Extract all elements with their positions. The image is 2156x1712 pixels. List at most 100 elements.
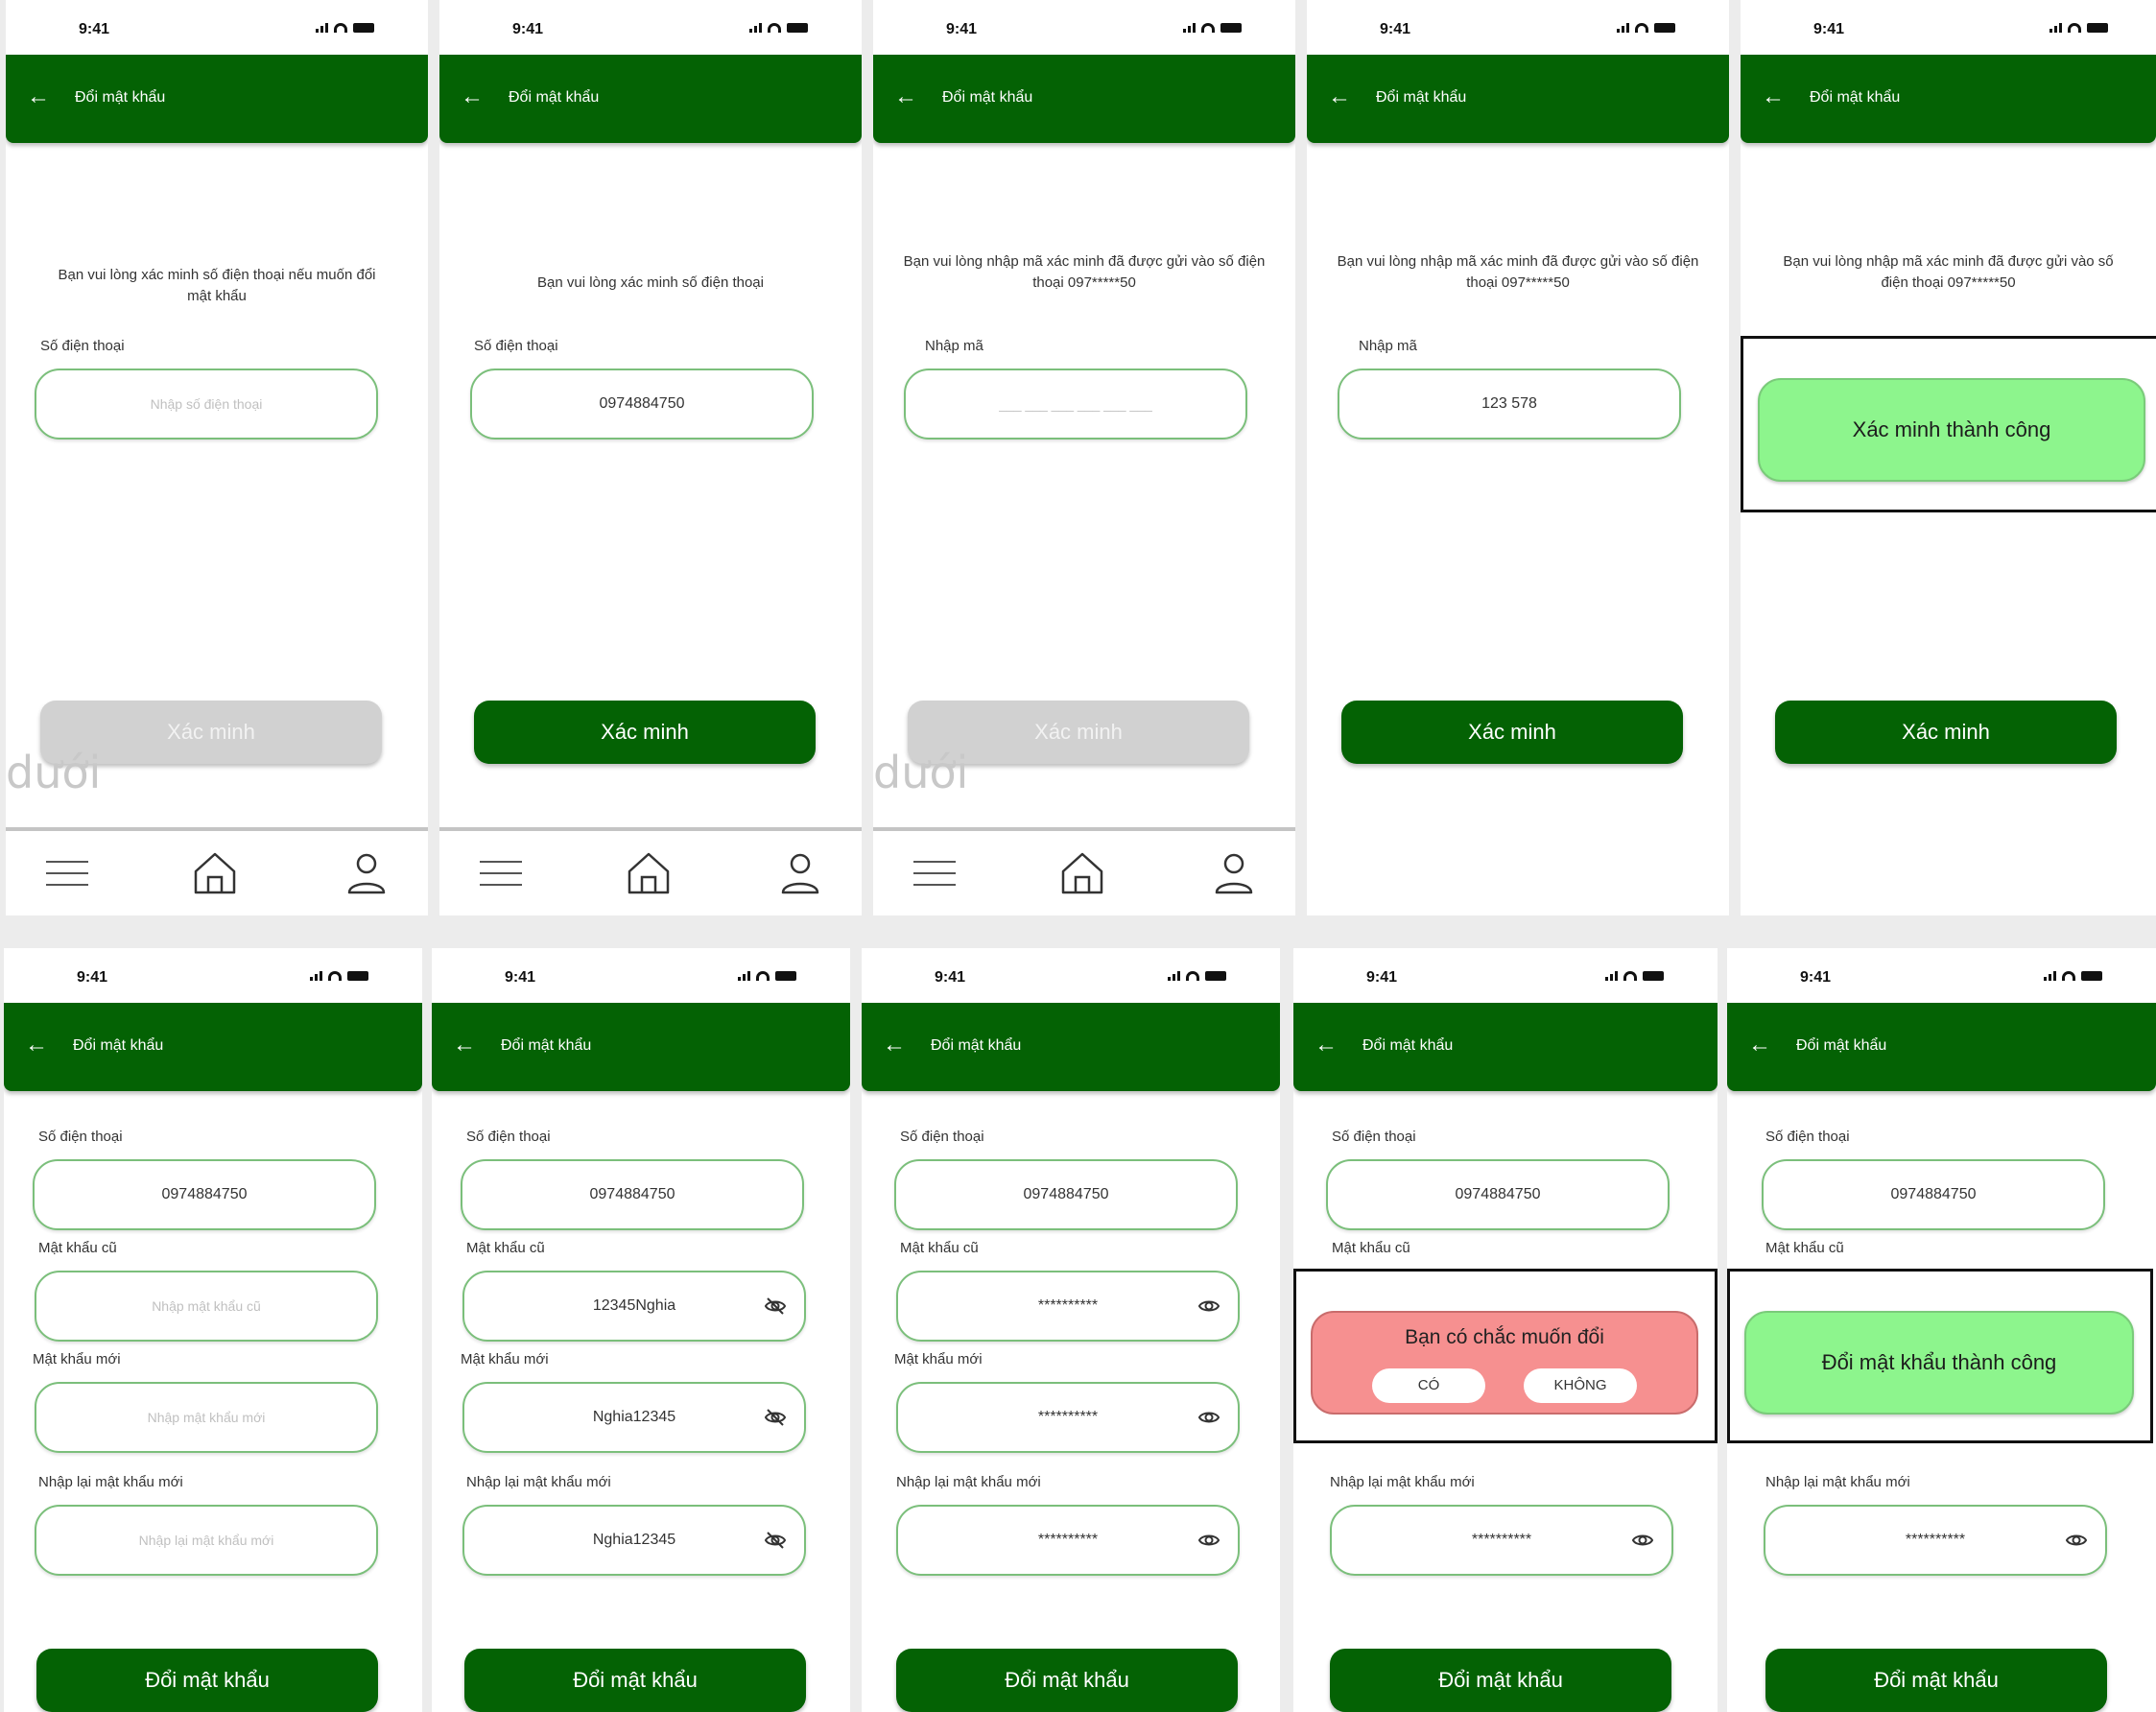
- battery-icon: [2081, 971, 2102, 981]
- eye-off-icon[interactable]: [764, 1406, 787, 1429]
- confirm-password-input[interactable]: **********: [896, 1505, 1240, 1576]
- status-bar: 9:41: [4, 948, 422, 1003]
- change-password-button[interactable]: Đổi mật khẩu: [464, 1649, 806, 1712]
- confirm-password-value: **********: [1037, 1532, 1099, 1548]
- signal-icon: [1605, 971, 1618, 981]
- change-password-button[interactable]: Đổi mật khẩu: [36, 1649, 378, 1712]
- menu-icon[interactable]: [910, 848, 960, 898]
- wifi-icon: [1201, 23, 1215, 33]
- wifi-icon: [1186, 971, 1199, 981]
- code-input[interactable]: 123 578: [1338, 369, 1681, 440]
- confirm-password-value: **********: [1905, 1532, 1966, 1548]
- status-bar: 9:41: [6, 0, 428, 55]
- back-arrow-icon[interactable]: ←: [461, 83, 484, 110]
- home-icon[interactable]: [190, 848, 240, 898]
- user-icon[interactable]: [775, 848, 825, 898]
- bottom-nav: [439, 827, 862, 915]
- user-icon[interactable]: [1209, 848, 1259, 898]
- wifi-icon: [1623, 971, 1637, 981]
- eye-icon[interactable]: [1197, 1529, 1220, 1552]
- verify-button[interactable]: Xác minh: [474, 701, 816, 764]
- back-arrow-icon[interactable]: ←: [883, 1032, 906, 1058]
- screen-enter-code-empty: 9:41 ← Đổi mật khẩu Bạn vui lòng nhập mã…: [873, 0, 1295, 915]
- old-password-input[interactable]: **********: [896, 1271, 1240, 1342]
- phone-input[interactable]: 0974884750: [470, 369, 814, 440]
- phone-input[interactable]: 0974884750: [1762, 1159, 2105, 1230]
- phone-input[interactable]: Nhập số điện thoại: [35, 369, 378, 440]
- home-icon[interactable]: [624, 848, 674, 898]
- app-bar-title: Đổi mật khẩu: [73, 1037, 164, 1054]
- new-password-input[interactable]: **********: [896, 1382, 1240, 1453]
- success-toast: Xác minh thành công: [1758, 378, 2145, 482]
- confirm-password-label: Nhập lại mật khẩu mới: [896, 1474, 1041, 1490]
- phone-input[interactable]: 0974884750: [1326, 1159, 1670, 1230]
- back-arrow-icon[interactable]: ←: [1762, 83, 1785, 110]
- status-time: 9:41: [1366, 969, 1398, 986]
- confirm-password-input[interactable]: **********: [1330, 1505, 1673, 1576]
- app-bar-title: Đổi mật khẩu: [1362, 1037, 1454, 1054]
- screen-verify-phone-empty: 9:41 ← Đổi mật khẩu Bạn vui lòng xác min…: [6, 0, 428, 915]
- home-icon[interactable]: [1057, 848, 1107, 898]
- app-bar-title: Đổi mật khẩu: [509, 89, 600, 106]
- app-bar-title: Đổi mật khẩu: [1810, 89, 1901, 106]
- verify-button[interactable]: Xác minh: [1775, 701, 2117, 764]
- code-input[interactable]: ___ ___ ___ ___ ___ ___: [904, 369, 1247, 440]
- old-password-label: Mật khẩu cũ: [1765, 1240, 1844, 1256]
- back-arrow-icon[interactable]: ←: [1328, 83, 1351, 110]
- wifi-icon: [768, 23, 781, 33]
- back-arrow-icon[interactable]: ←: [25, 1032, 48, 1058]
- menu-icon[interactable]: [476, 848, 526, 898]
- code-label: Nhập mã: [1359, 338, 1417, 354]
- wifi-icon: [328, 971, 342, 981]
- app-bar-title: Đổi mật khẩu: [1796, 1037, 1887, 1054]
- signal-icon: [316, 23, 328, 33]
- old-password-label: Mật khẩu cũ: [466, 1240, 545, 1256]
- screen-change-password-success: 9:41 ← Đổi mật khẩu Số điện thoại 097488…: [1727, 948, 2156, 1712]
- change-password-button[interactable]: Đổi mật khẩu: [1765, 1649, 2107, 1712]
- eye-icon[interactable]: [2065, 1529, 2088, 1552]
- dialog-no-button[interactable]: KHÔNG: [1524, 1368, 1637, 1403]
- app-bar: ← Đổi mật khẩu: [439, 55, 862, 143]
- info-text: Bạn vui lòng nhập mã xác minh đã được gử…: [1337, 253, 1699, 291]
- user-icon[interactable]: [342, 848, 391, 898]
- phone-input[interactable]: 0974884750: [461, 1159, 804, 1230]
- old-password-input[interactable]: Nhập mật khẩu cũ: [35, 1271, 378, 1342]
- eye-off-icon[interactable]: [764, 1529, 787, 1552]
- ghost-text: dưới: [6, 747, 102, 798]
- eye-off-icon[interactable]: [764, 1295, 787, 1318]
- eye-icon[interactable]: [1197, 1406, 1220, 1429]
- confirm-password-input[interactable]: Nhập lại mật khẩu mới: [35, 1505, 378, 1576]
- change-password-button[interactable]: Đổi mật khẩu: [1330, 1649, 1671, 1712]
- screen-change-password-filled: 9:41 ← Đổi mật khẩu Số điện thoại 097488…: [432, 948, 850, 1712]
- app-bar-title: Đổi mật khẩu: [931, 1037, 1022, 1054]
- battery-icon: [787, 23, 808, 33]
- confirm-password-input[interactable]: **********: [1764, 1505, 2107, 1576]
- code-label: Nhập mã: [925, 338, 983, 354]
- back-arrow-icon[interactable]: ←: [894, 83, 917, 110]
- menu-icon[interactable]: [42, 848, 92, 898]
- dialog-yes-button[interactable]: CÓ: [1372, 1368, 1485, 1403]
- verify-button[interactable]: Xác minh: [1341, 701, 1683, 764]
- old-password-input[interactable]: 12345Nghia: [462, 1271, 806, 1342]
- wifi-icon: [334, 23, 347, 33]
- battery-icon: [2087, 23, 2108, 33]
- new-password-input[interactable]: Nghia12345: [462, 1382, 806, 1453]
- phone-input[interactable]: 0974884750: [33, 1159, 376, 1230]
- bottom-nav: [873, 827, 1295, 915]
- eye-icon[interactable]: [1631, 1529, 1654, 1552]
- phone-input[interactable]: 0974884750: [894, 1159, 1238, 1230]
- back-arrow-icon[interactable]: ←: [27, 83, 50, 110]
- back-arrow-icon[interactable]: ←: [453, 1032, 476, 1058]
- app-bar: ← Đổi mật khẩu: [1741, 55, 2156, 143]
- app-bar: ← Đổi mật khẩu: [862, 1003, 1280, 1091]
- back-arrow-icon[interactable]: ←: [1748, 1032, 1771, 1058]
- status-time: 9:41: [79, 21, 110, 37]
- eye-icon[interactable]: [1197, 1295, 1220, 1318]
- back-arrow-icon[interactable]: ←: [1315, 1032, 1338, 1058]
- new-password-input[interactable]: Nhập mật khẩu mới: [35, 1382, 378, 1453]
- change-password-button[interactable]: Đổi mật khẩu: [896, 1649, 1238, 1712]
- status-time: 9:41: [512, 21, 544, 37]
- battery-icon: [1205, 971, 1226, 981]
- confirm-password-input[interactable]: Nghia12345: [462, 1505, 806, 1576]
- new-password-label: Mật khẩu mới: [33, 1351, 121, 1367]
